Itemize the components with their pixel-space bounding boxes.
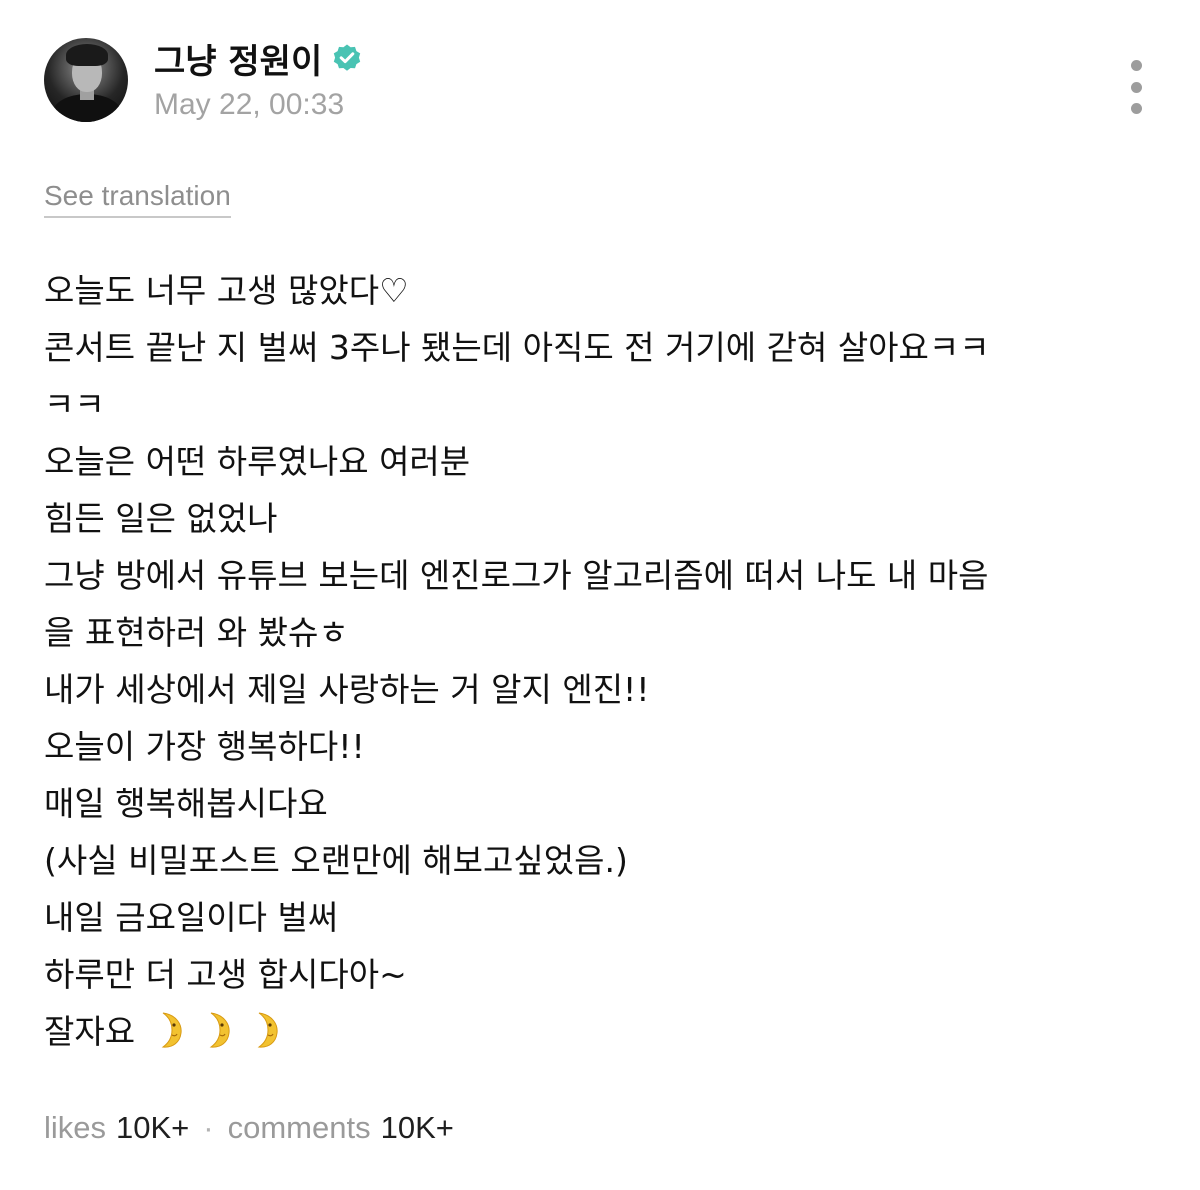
moon-face-icon <box>161 1012 182 1048</box>
moon-face-icon <box>209 1012 230 1048</box>
post-body-line-text: 잘자요 <box>44 1012 136 1051</box>
post-body-line: 매일 행복해봅시다요 <box>44 784 328 823</box>
post-body-line: 오늘은 어떤 하루였나요 여러분 <box>44 442 471 481</box>
vertical-ellipsis-icon <box>1130 81 1142 93</box>
comments-count: 10K+ <box>380 1110 454 1145</box>
post-body-line: 그냥 방에서 유튜브 보는데 엔진로그가 알고리즘에 떠서 나도 내 마음 <box>44 556 989 595</box>
post-body-line: ㅋㅋ <box>44 385 105 424</box>
more-options-button[interactable] <box>1124 60 1148 114</box>
author-name-row: 그냥 정원이 <box>154 38 362 82</box>
author-avatar[interactable] <box>44 38 128 122</box>
author-name[interactable]: 그냥 정원이 <box>154 34 322 83</box>
avatar-hair <box>66 44 108 66</box>
post-body-line: 콘서트 끝난 지 벌써 3주나 됐는데 아직도 전 거기에 갇혀 살아요ㅋㅋ <box>44 328 990 367</box>
comments-label: comments <box>227 1110 371 1145</box>
verified-badge-icon <box>334 44 361 71</box>
post-body-line: 힘든 일은 없었나 <box>44 499 278 538</box>
post-body: 오늘도 너무 고생 많았다♡ 콘서트 끝난 지 벌써 3주나 됐는데 아직도 전… <box>44 262 1154 1060</box>
vertical-ellipsis-icon <box>1130 60 1142 71</box>
post-body-last-line: 잘자요 <box>44 1003 1154 1060</box>
post-body-line: 하루만 더 고생 합시다아~ <box>44 955 407 994</box>
post-body-line: 을 표현하러 와 봤슈ㅎ <box>44 613 349 652</box>
likes-label: likes <box>44 1110 107 1145</box>
post-stats: likes 10K+ · comments 10K+ <box>44 1110 454 1146</box>
moon-face-icon <box>257 1012 278 1048</box>
see-translation-link[interactable]: See translation <box>44 180 231 218</box>
post-header: 그냥 정원이 May 22, 00:33 <box>44 38 1164 128</box>
likes-count: 10K+ <box>116 1110 190 1145</box>
post-body-line: 내가 세상에서 제일 사랑하는 거 알지 엔진!! <box>44 670 650 709</box>
stats-separator: · <box>203 1110 214 1145</box>
comments-stat[interactable]: comments 10K+ <box>228 1110 454 1146</box>
post-body-line: 오늘도 너무 고생 많았다♡ <box>44 271 409 310</box>
post-body-line: 오늘이 가장 행복하다!! <box>44 727 365 766</box>
post-body-line: 내일 금요일이다 벌써 <box>44 898 339 937</box>
post-timestamp: May 22, 00:33 <box>154 88 345 121</box>
likes-stat[interactable]: likes 10K+ <box>44 1110 189 1146</box>
post-body-line: (사실 비밀포스트 오랜만에 해보고싶었음.) <box>44 841 628 880</box>
vertical-ellipsis-icon <box>1130 103 1142 114</box>
